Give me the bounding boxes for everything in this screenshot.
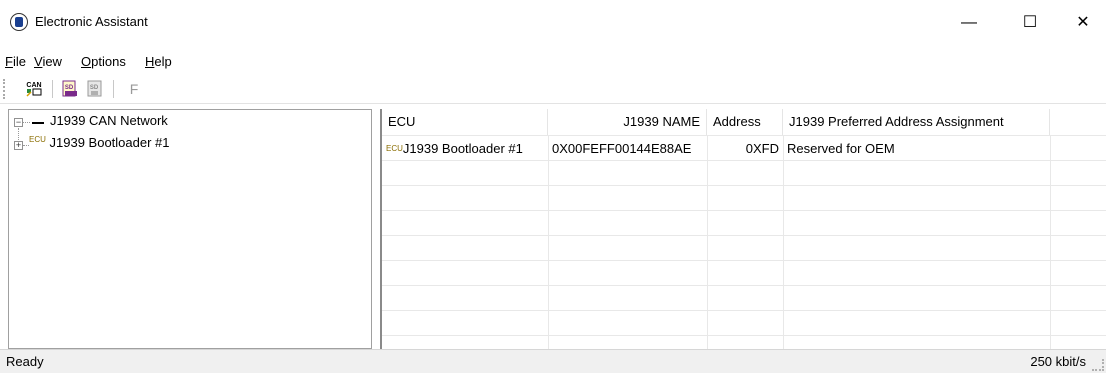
collapse-icon[interactable]: − xyxy=(14,118,23,127)
cell-assignment: Reserved for OEM xyxy=(787,141,895,156)
can-icon-text: CAN xyxy=(26,82,41,89)
menu-options[interactable]: Options xyxy=(81,54,126,69)
toolbar-separator xyxy=(52,80,53,98)
cell-j1939-name: 0X00FEFF00144E88AE xyxy=(552,141,692,156)
ecu-table[interactable]: ECU J1939 NAME Address J1939 Preferred A… xyxy=(380,109,1106,349)
bitrate-indicator: 250 kbit/s xyxy=(1030,354,1086,369)
tree-connector xyxy=(23,122,30,123)
menu-file[interactable]: File xyxy=(5,54,26,69)
column-header-address[interactable]: Address xyxy=(707,109,783,135)
network-tree[interactable]: − J1939 CAN Network + ECU J1939 Bootload… xyxy=(8,109,372,349)
app-icon[interactable] xyxy=(10,13,28,31)
sd-icon-text: SD xyxy=(65,85,74,91)
title-bar: Electronic Assistant — ☐ ✕ xyxy=(0,0,1106,50)
sd-document-icon[interactable]: SD xyxy=(60,79,80,99)
close-button[interactable]: ✕ xyxy=(1060,0,1106,46)
f-button[interactable]: F xyxy=(124,79,144,99)
minimize-button[interactable]: — xyxy=(946,0,992,46)
menu-bar: File View Options Help xyxy=(0,50,1106,74)
column-header-j1939-name[interactable]: J1939 NAME xyxy=(548,109,707,135)
toolbar: CAN SD SD F xyxy=(0,75,1106,104)
toolbar-grip[interactable] xyxy=(3,79,8,99)
column-header-ecu[interactable]: ECU xyxy=(382,109,548,135)
resize-grip[interactable] xyxy=(1092,359,1104,371)
network-line-icon xyxy=(32,122,44,124)
window-title: Electronic Assistant xyxy=(35,14,148,29)
sd-save-icon[interactable]: SD xyxy=(85,79,105,99)
cell-address: 0XFD xyxy=(745,141,779,156)
expand-icon[interactable]: + xyxy=(14,141,23,150)
ecu-icon: ECU xyxy=(386,144,403,153)
tree-item-can-network[interactable]: J1939 CAN Network xyxy=(50,113,168,128)
menu-help[interactable]: Help xyxy=(145,54,172,69)
maximize-button[interactable]: ☐ xyxy=(1007,0,1053,46)
column-header-assignment[interactable]: J1939 Preferred Address Assignment xyxy=(783,109,1050,135)
sd-save-icon-text: SD xyxy=(90,85,99,91)
cell-ecu: ECUJ1939 Bootloader #1 xyxy=(386,141,523,156)
tree-connector xyxy=(18,128,19,140)
status-text: Ready xyxy=(6,354,44,369)
tree-item-label: J1939 Bootloader #1 xyxy=(49,135,170,150)
menu-view[interactable]: View xyxy=(34,54,62,69)
status-bar: Ready 250 kbit/s xyxy=(0,349,1106,373)
toolbar-separator xyxy=(113,80,114,98)
can-network-icon[interactable]: CAN xyxy=(24,79,44,99)
ecu-icon: ECU xyxy=(29,135,46,144)
tree-item-bootloader[interactable]: ECU J1939 Bootloader #1 xyxy=(29,135,170,150)
